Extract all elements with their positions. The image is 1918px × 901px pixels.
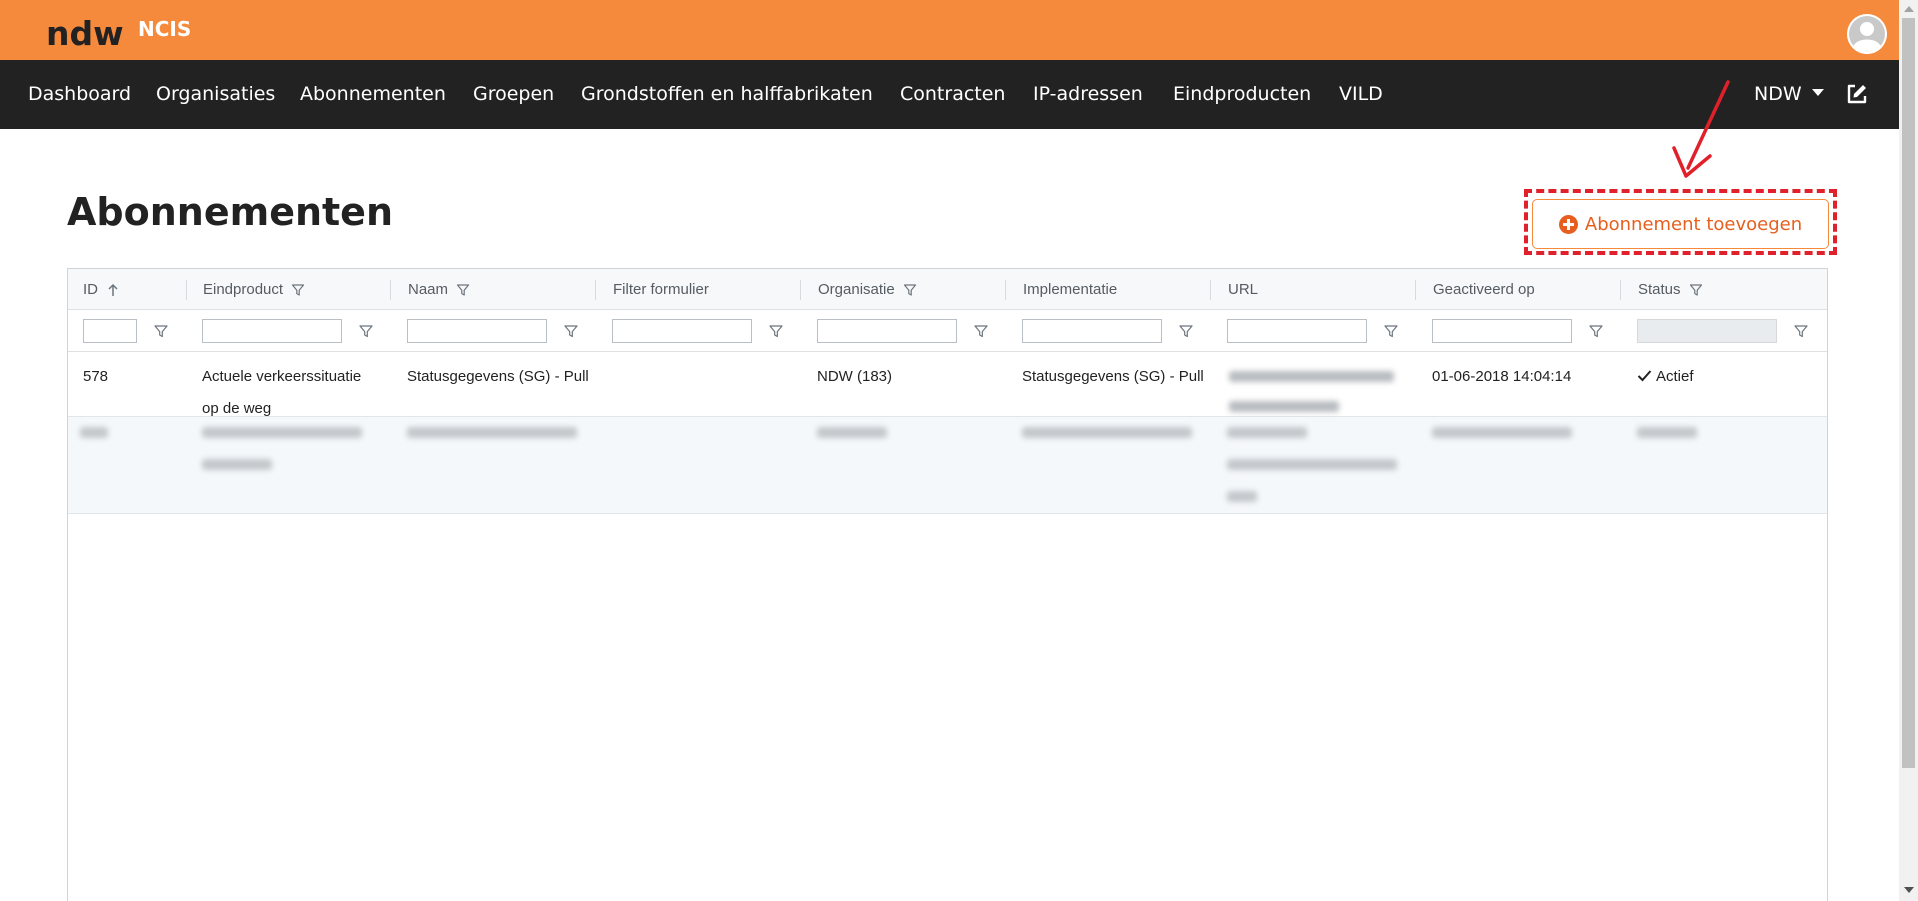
subscriptions-table: ID Eindproduct Naam Filter formulier Org… bbox=[67, 268, 1828, 901]
filter-icon bbox=[903, 283, 916, 296]
scroll-up-arrow-icon[interactable] bbox=[1904, 6, 1914, 12]
table-header: ID Eindproduct Naam Filter formulier Org… bbox=[68, 269, 1827, 310]
nav-item-eindproducten[interactable]: Eindproducten bbox=[1173, 81, 1311, 107]
nav-item-grondstoffen[interactable]: Grondstoffen en halffabrikaten bbox=[581, 81, 873, 107]
column-header-url[interactable]: URL bbox=[1228, 269, 1258, 310]
column-header-geactiveerd-op[interactable]: Geactiveerd op bbox=[1433, 269, 1535, 310]
column-header-id[interactable]: ID bbox=[83, 269, 120, 310]
ndw-logo[interactable]: ndw bbox=[46, 14, 124, 54]
filter-icon[interactable] bbox=[563, 323, 579, 339]
filter-input-organisatie[interactable] bbox=[817, 319, 957, 343]
filter-input-id[interactable] bbox=[83, 319, 137, 343]
app-name: NCIS bbox=[138, 17, 192, 41]
cell-status: Actief bbox=[1637, 361, 1694, 393]
cell-id: 578 bbox=[83, 368, 109, 385]
filter-icon[interactable] bbox=[1588, 323, 1604, 339]
column-header-implementatie[interactable]: Implementatie bbox=[1023, 269, 1117, 310]
redacted-row-content bbox=[80, 427, 1697, 502]
cell-eindproduct: Actuele verkeerssituatie op de weg bbox=[202, 368, 362, 417]
filter-input-filter-formulier[interactable] bbox=[612, 319, 752, 343]
top-header: ndw NCIS bbox=[0, 0, 1899, 60]
filter-icon[interactable] bbox=[1178, 323, 1194, 339]
column-divider bbox=[1415, 280, 1416, 300]
filter-icon[interactable] bbox=[1383, 323, 1399, 339]
column-divider bbox=[800, 280, 801, 300]
organisation-selector-label: NDW bbox=[1754, 83, 1802, 105]
column-label-url: URL bbox=[1228, 281, 1259, 298]
add-subscription-button[interactable]: Abonnement toevoegen bbox=[1532, 199, 1829, 249]
nav-item-organisaties[interactable]: Organisaties bbox=[156, 81, 275, 107]
filter-input-eindproduct[interactable] bbox=[202, 319, 342, 343]
page-scrollbar[interactable] bbox=[1899, 0, 1918, 901]
filter-row bbox=[68, 310, 1827, 352]
sort-ascending-icon bbox=[108, 283, 118, 296]
user-avatar-icon[interactable] bbox=[1847, 14, 1887, 54]
column-label-implementatie: Implementatie bbox=[1023, 281, 1118, 298]
filter-input-url[interactable] bbox=[1227, 319, 1367, 343]
cell-naam: Statusgegevens (SG) - Pull bbox=[407, 368, 589, 385]
filter-icon[interactable] bbox=[768, 323, 784, 339]
column-label-organisatie: Organisatie bbox=[818, 281, 895, 298]
main-navigation: Dashboard Organisaties Abonnementen Groe… bbox=[0, 60, 1899, 129]
column-label-filter-formulier: Filter formulier bbox=[613, 281, 709, 298]
filter-icon[interactable] bbox=[1793, 323, 1809, 339]
table-row-redacted[interactable] bbox=[68, 417, 1827, 514]
column-label-id: ID bbox=[83, 281, 98, 298]
cell-status-label: Actief bbox=[1656, 368, 1694, 385]
plus-circle-icon bbox=[1558, 214, 1578, 234]
column-header-organisatie[interactable]: Organisatie bbox=[818, 269, 917, 310]
page-title: Abonnementen bbox=[67, 190, 394, 234]
column-divider bbox=[1210, 280, 1211, 300]
filter-icon bbox=[456, 283, 470, 296]
column-divider bbox=[1005, 280, 1006, 300]
column-divider bbox=[1620, 280, 1621, 300]
nav-item-vild[interactable]: VILD bbox=[1339, 81, 1383, 107]
cell-geactiveerd-op: 01-06-2018 14:04:14 bbox=[1432, 368, 1572, 385]
annotation-arrow-icon bbox=[1672, 80, 1730, 178]
filter-input-implementatie[interactable] bbox=[1022, 319, 1162, 343]
column-label-status: Status bbox=[1638, 281, 1681, 298]
column-divider bbox=[186, 280, 187, 300]
filter-icon[interactable] bbox=[153, 323, 169, 339]
scroll-down-arrow-icon[interactable] bbox=[1904, 887, 1914, 893]
nav-item-contracten[interactable]: Contracten bbox=[900, 81, 1005, 107]
nav-item-groepen[interactable]: Groepen bbox=[473, 81, 554, 107]
nav-item-abonnementen[interactable]: Abonnementen bbox=[300, 81, 446, 107]
scrollbar-thumb[interactable] bbox=[1902, 18, 1915, 768]
column-header-filter-formulier[interactable]: Filter formulier bbox=[613, 269, 709, 310]
column-label-naam: Naam bbox=[408, 281, 449, 298]
check-icon bbox=[1637, 370, 1652, 382]
column-divider bbox=[390, 280, 391, 300]
filter-input-naam[interactable] bbox=[407, 319, 547, 343]
nav-item-ip-adressen[interactable]: IP-adressen bbox=[1033, 81, 1143, 107]
column-header-eindproduct[interactable]: Eindproduct bbox=[203, 269, 305, 310]
table-row[interactable]: 578 Actuele verkeerssituatie op de weg S… bbox=[68, 353, 1827, 417]
filter-icon[interactable] bbox=[973, 323, 989, 339]
filter-icon bbox=[1689, 283, 1702, 296]
cell-implementatie: Statusgegevens (SG) - Pull bbox=[1022, 368, 1204, 385]
column-header-naam[interactable]: Naam bbox=[408, 269, 470, 310]
add-subscription-label: Abonnement toevoegen bbox=[1584, 213, 1803, 235]
filter-select-status[interactable] bbox=[1637, 319, 1777, 343]
column-header-status[interactable]: Status bbox=[1638, 269, 1703, 310]
column-label-geactiveerd-op: Geactiveerd op bbox=[1433, 281, 1535, 298]
column-divider bbox=[595, 280, 596, 300]
filter-icon[interactable] bbox=[358, 323, 374, 339]
organisation-selector[interactable]: NDW bbox=[1754, 81, 1824, 107]
filter-icon bbox=[291, 283, 305, 296]
column-label-eindproduct: Eindproduct bbox=[203, 281, 284, 298]
filter-input-geactiveerd-op[interactable] bbox=[1432, 319, 1572, 343]
nav-item-dashboard[interactable]: Dashboard bbox=[28, 81, 131, 107]
edit-icon[interactable] bbox=[1846, 83, 1868, 105]
cell-organisatie: NDW (183) bbox=[817, 368, 893, 385]
caret-down-icon bbox=[1811, 89, 1824, 96]
